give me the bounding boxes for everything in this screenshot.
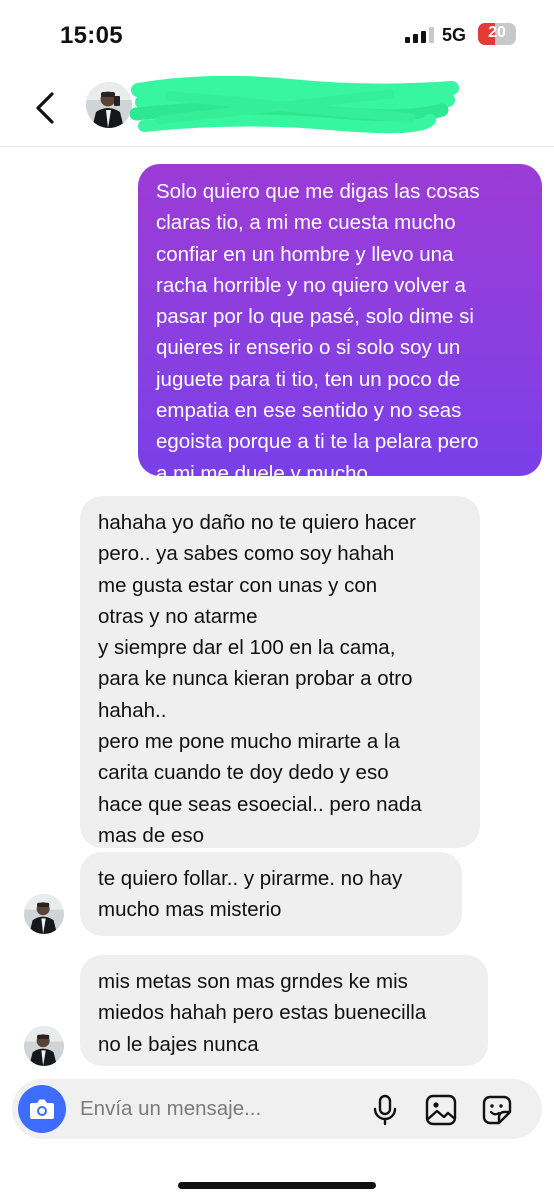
camera-button[interactable] (18, 1085, 66, 1133)
status-time: 15:05 (60, 22, 123, 49)
battery-icon: 20 (478, 23, 516, 45)
back-button[interactable] (32, 88, 58, 128)
sent-message-bubble[interactable]: Solo quiero que me digas las cosas clara… (138, 164, 542, 485)
sender-avatar[interactable] (24, 1026, 64, 1066)
message-composer: Envía un mensaje... (12, 1079, 542, 1139)
redacted-contact-name (130, 76, 459, 134)
status-bar: 15:05 5G 20 (0, 0, 554, 70)
home-indicator (178, 1182, 376, 1189)
contact-avatar[interactable] (86, 82, 132, 128)
sticker-button[interactable] (480, 1093, 514, 1127)
message-input[interactable]: Envía un mensaje... (80, 1097, 261, 1121)
image-gallery-icon (425, 1094, 457, 1126)
received-message-bubble[interactable]: mis metas son mas grndes ke mis miedos h… (80, 955, 488, 1066)
sticker-icon (482, 1095, 512, 1125)
signal-strength-icon (405, 27, 435, 43)
microphone-icon (373, 1094, 397, 1126)
received-message-bubble[interactable]: hahaha yo daño no te quiero hacer pero..… (80, 496, 480, 848)
sender-avatar[interactable] (24, 894, 64, 934)
received-message-bubble[interactable]: te quiero follar.. y pirarme. no hay muc… (80, 852, 462, 936)
chat-header (0, 70, 554, 147)
chevron-left-icon (36, 92, 54, 124)
microphone-button[interactable] (368, 1093, 402, 1127)
camera-icon (30, 1099, 54, 1119)
gallery-button[interactable] (424, 1093, 458, 1127)
network-type: 5G (442, 25, 467, 45)
battery-level: 20 (488, 24, 506, 41)
